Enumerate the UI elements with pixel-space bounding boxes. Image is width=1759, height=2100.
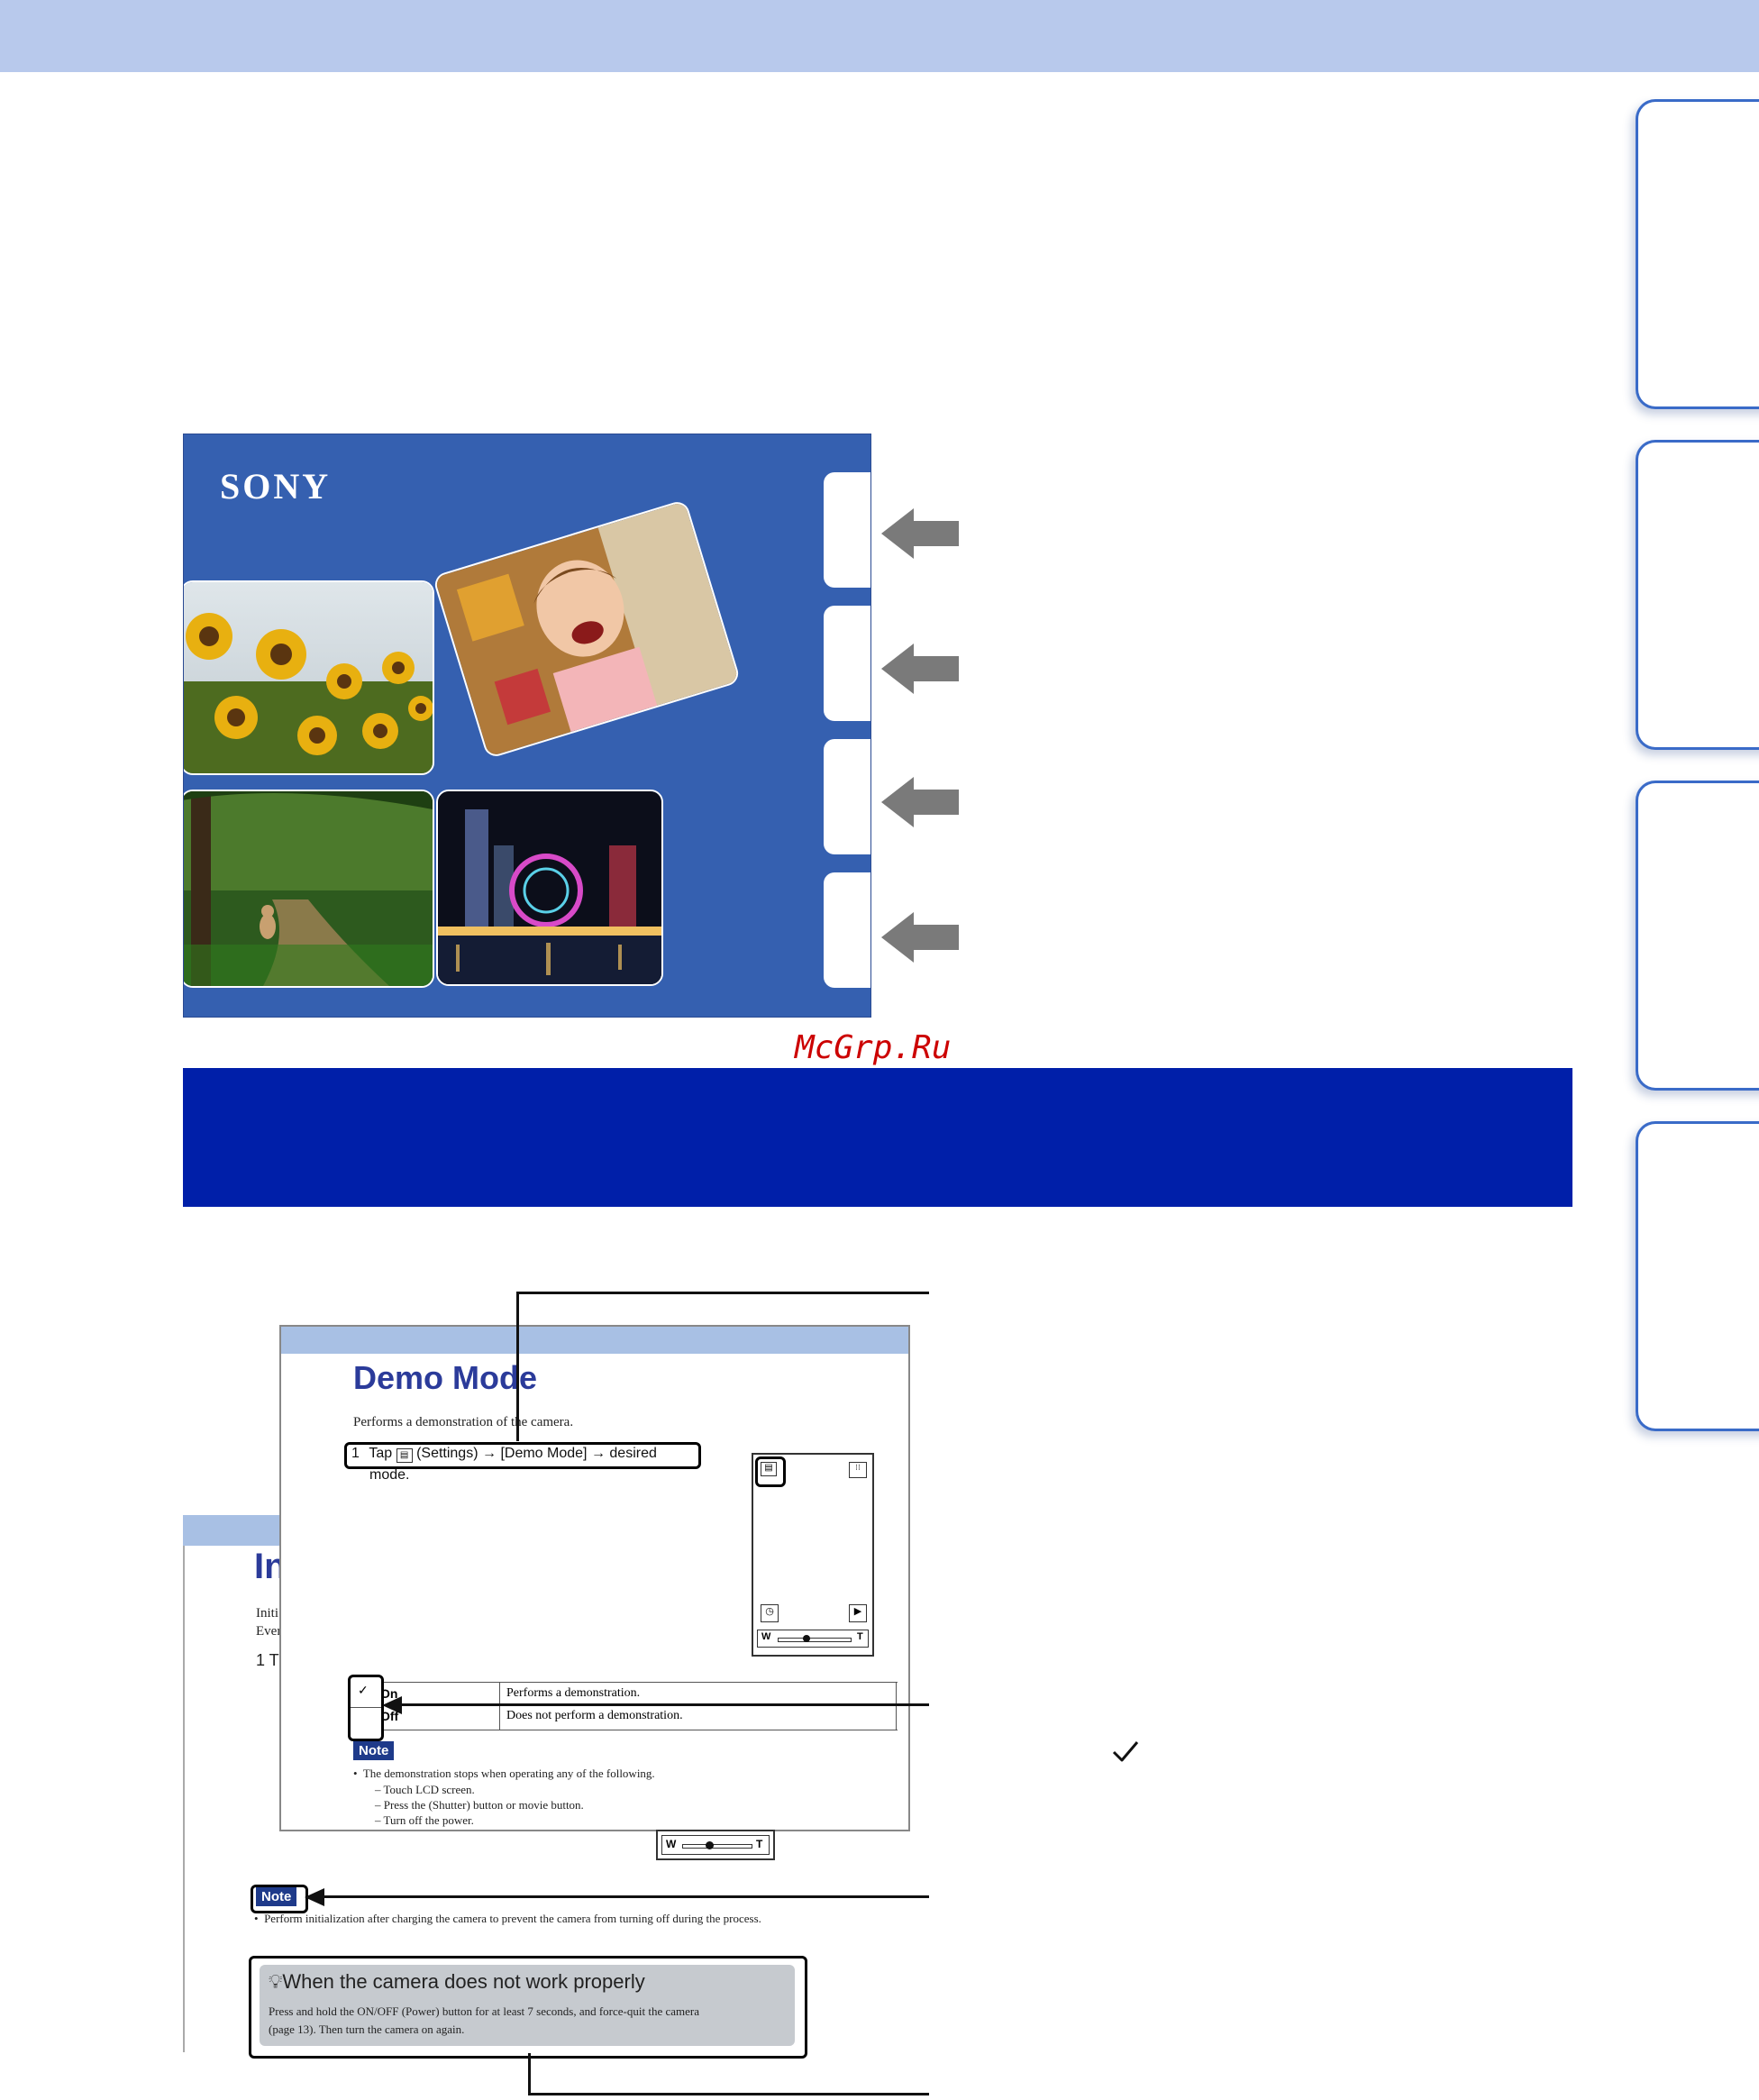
timer-icon: ◷	[761, 1604, 779, 1622]
arrow-left-icon	[881, 912, 959, 963]
callout-line-title	[516, 1292, 929, 1294]
check-icon	[1112, 1741, 1139, 1762]
back-page-header	[183, 1515, 282, 1546]
note-badge: Note	[256, 1887, 297, 1906]
note-item: – Press the (Shutter) button or movie bu…	[375, 1798, 584, 1812]
step-highlight-box: 1 Tap ▤ (Settings) → [Demo Mode] → desir…	[344, 1442, 701, 1469]
tip-box: 💡︎When the camera does not work properly…	[260, 1965, 795, 2046]
note-badge: Note	[353, 1741, 395, 1760]
side-tab-2[interactable]	[1636, 440, 1759, 750]
cover-tab-3	[824, 739, 870, 854]
sample-page: Demo Mode Performs a demonstration of th…	[279, 1325, 910, 1831]
sunflower-photo	[184, 580, 434, 775]
note-item: – Touch LCD screen.	[375, 1783, 475, 1796]
note-text: • Perform initialization after charging …	[254, 1912, 761, 1925]
child-photo	[432, 498, 742, 760]
arrow-left-icon	[881, 508, 959, 559]
menu-icon: ⁝⁝	[849, 1462, 867, 1478]
cat-photo	[184, 790, 434, 988]
tip-text-line-1: Press and hold the ON/OFF (Power) button…	[269, 2004, 699, 2018]
sony-logo: SONY	[220, 466, 332, 507]
side-tab-3[interactable]	[1636, 781, 1759, 1091]
night-city-photo	[436, 790, 663, 986]
callout-line-title-vertical	[516, 1292, 519, 1441]
header-band	[0, 0, 1759, 72]
sample-page-header	[281, 1327, 908, 1354]
table-row-desc: Performs a demonstration.	[506, 1686, 641, 1700]
table-row-desc: Does not perform a demonstration.	[506, 1709, 683, 1722]
note-intro: • The demonstration stops when operating…	[353, 1767, 655, 1780]
zoom-bar: W T	[757, 1630, 869, 1648]
back-page-line-1: Initi	[256, 1606, 278, 1621]
lightbulb-icon: 💡︎	[269, 1970, 283, 1993]
step-line: 1 Tap ▤ (Settings) → [Demo Mode] → desir…	[351, 1446, 657, 1463]
note-item: – Turn off the power.	[375, 1813, 474, 1827]
callout-line-note	[315, 1895, 929, 1898]
cover-tab-4	[824, 872, 870, 988]
step-line-cont: mode.	[369, 1467, 410, 1483]
handbook-cover: SONY	[183, 434, 871, 1018]
watermark: McGrp.Ru	[795, 1029, 952, 1066]
arrowhead-icon	[382, 1696, 402, 1714]
cover-tab-2	[824, 606, 870, 721]
arrow-left-icon	[881, 777, 959, 827]
sample-page-description: Performs a demonstration of the camera.	[353, 1415, 574, 1429]
section-heading-bar	[183, 1068, 1572, 1207]
settings-icon: ▤	[396, 1448, 413, 1463]
callout-line-check	[396, 1703, 929, 1706]
check-column-highlight: ✓	[348, 1675, 384, 1741]
lcd-screen-mockup: ▤ ⁝⁝ ◷ ▶ W T	[752, 1453, 874, 1657]
option-table: On Performs a demonstration. Off Does no…	[348, 1682, 898, 1730]
zoom-bar-example: W T	[656, 1830, 775, 1860]
callout-line-tip	[528, 2093, 929, 2095]
settings-icon: ▤	[761, 1462, 777, 1476]
side-tab-4[interactable]	[1636, 1121, 1759, 1431]
tip-text-line-2: (page 13). Then turn the camera on again…	[269, 2022, 465, 2036]
side-tab-1[interactable]	[1636, 99, 1759, 409]
tip-title-row: 💡︎When the camera does not work properly	[269, 1970, 645, 1993]
arrowhead-icon	[305, 1888, 324, 1906]
back-page-edge	[183, 1546, 185, 2052]
playback-icon: ▶	[849, 1604, 867, 1622]
arrow-left-icon	[881, 644, 959, 694]
back-page-line-3: 1 T	[256, 1651, 279, 1669]
check-icon: ✓	[358, 1683, 369, 1697]
cover-tab-1	[824, 472, 870, 588]
sample-page-title: Demo Mode	[353, 1359, 538, 1396]
callout-line-tip-vertical	[528, 2053, 531, 2095]
back-page-line-2: Ever	[256, 1624, 282, 1639]
